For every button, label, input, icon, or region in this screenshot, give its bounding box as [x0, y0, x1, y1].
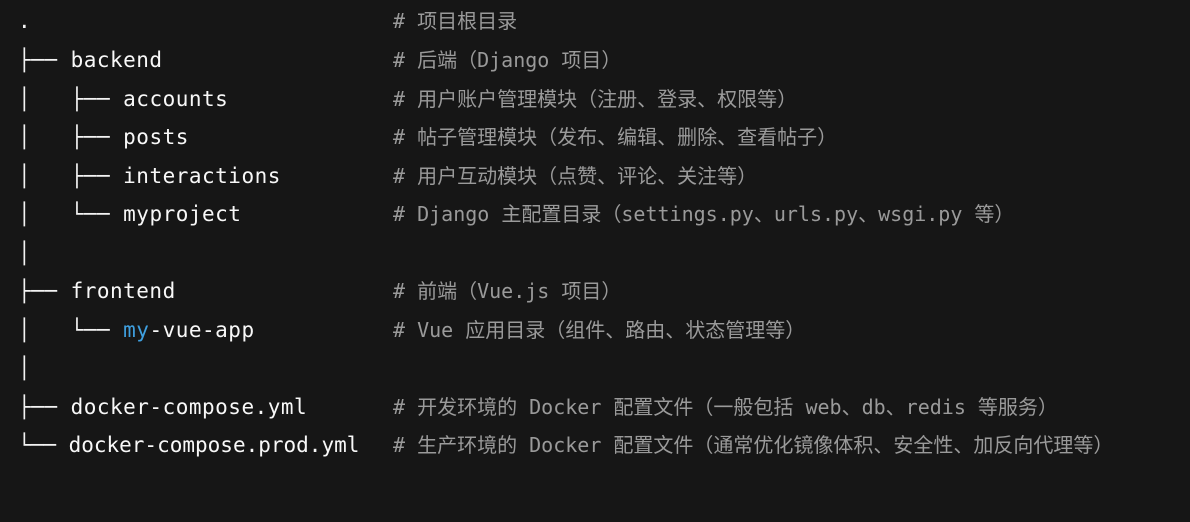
- entry-comment: # 开发环境的 Docker 配置文件（一般包括 web、db、redis 等服…: [393, 395, 1058, 419]
- tree-connector: │ ├──: [18, 164, 124, 188]
- tree-entry: │ ├── posts: [18, 118, 189, 156]
- tree-entry: │ ├── interactions: [18, 157, 281, 195]
- entry-name: frontend: [70, 279, 176, 303]
- entry-name: -vue-app: [149, 318, 255, 342]
- entry-comment: # 前端（Vue.js 项目）: [393, 279, 622, 303]
- tree-line-spacer: │: [0, 349, 1190, 387]
- tree-entry: .: [18, 2, 31, 40]
- tree-line-myproject: │ └── myproject # Django 主配置目录（settings.…: [0, 195, 1190, 233]
- entry-comment: # 后端（Django 项目）: [393, 48, 622, 72]
- entry-name: docker-compose.prod.yml: [68, 433, 360, 457]
- tree-connector: │: [18, 241, 32, 265]
- tree-line-interactions: │ ├── interactions # 用户互动模块（点赞、评论、关注等）: [0, 157, 1190, 195]
- tree-line-spacer: │: [0, 234, 1190, 272]
- entry-name: myproject: [123, 202, 242, 226]
- entry-comment: # 帖子管理模块（发布、编辑、删除、查看帖子）: [393, 125, 838, 149]
- tree-connector: │ ├──: [18, 125, 124, 149]
- tree-line-backend: ├── backend # 后端（Django 项目）: [0, 41, 1190, 79]
- entry-comment: # 用户互动模块（点赞、评论、关注等）: [393, 164, 758, 188]
- tree-connector: ├──: [18, 279, 71, 303]
- entry-comment: # 生产环境的 Docker 配置文件（通常优化镜像体积、安全性、加反向代理等）: [393, 433, 1114, 457]
- tree-connector: ├──: [18, 48, 71, 72]
- entry-name: docker-compose.yml: [70, 395, 308, 419]
- tree-line-frontend: ├── frontend # 前端（Vue.js 项目）: [0, 272, 1190, 310]
- entry-comment: # 用户账户管理模块（注册、登录、权限等）: [393, 87, 798, 111]
- tree-line-accounts: │ ├── accounts # 用户账户管理模块（注册、登录、权限等）: [0, 80, 1190, 118]
- tree-connector: └──: [18, 433, 69, 457]
- entry-comment: # 项目根目录: [393, 9, 518, 33]
- tree-entry: │: [18, 234, 31, 272]
- tree-connector: │ ├──: [18, 87, 124, 111]
- entry-name-highlight: my: [123, 318, 150, 342]
- tree-line-posts: │ ├── posts # 帖子管理模块（发布、编辑、删除、查看帖子）: [0, 118, 1190, 156]
- entry-name: backend: [70, 48, 163, 72]
- tree-line-docker-compose: ├── docker-compose.yml # 开发环境的 Docker 配置…: [0, 388, 1190, 426]
- tree-line-root: . # 项目根目录: [0, 2, 1190, 40]
- entry-name: accounts: [123, 87, 229, 111]
- entry-name: posts: [123, 125, 189, 149]
- tree-entry: ├── frontend: [18, 272, 176, 310]
- tree-entry: ├── docker-compose.yml: [18, 388, 307, 426]
- entry-comment: # Vue 应用目录（组件、路由、状态管理等）: [393, 318, 806, 342]
- tree-connector: │: [18, 356, 32, 380]
- tree-entry: │ └── my-vue-app: [18, 311, 255, 349]
- tree-connector: │ └──: [18, 318, 124, 342]
- entry-comment: # Django 主配置目录（settings.py、urls.py、wsgi.…: [393, 202, 1015, 226]
- tree-entry: ├── backend: [18, 41, 163, 79]
- tree-connector: .: [18, 9, 32, 33]
- tree-line-vue-app: │ └── my-vue-app # Vue 应用目录（组件、路由、状态管理等）: [0, 311, 1190, 349]
- tree-entry: │ ├── accounts: [18, 80, 228, 118]
- tree-line-docker-compose-prod: └── docker-compose.prod.yml # 生产环境的 Dock…: [0, 426, 1190, 464]
- code-block: . # 项目根目录 ├── backend # 后端（Django 项目） │ …: [0, 0, 1190, 476]
- tree-entry: │ └── myproject: [18, 195, 241, 233]
- tree-connector: │ └──: [18, 202, 124, 226]
- tree-entry: │: [18, 349, 31, 387]
- tree-entry: └── docker-compose.prod.yml: [18, 426, 359, 464]
- entry-name: interactions: [123, 164, 281, 188]
- tree-connector: ├──: [18, 395, 71, 419]
